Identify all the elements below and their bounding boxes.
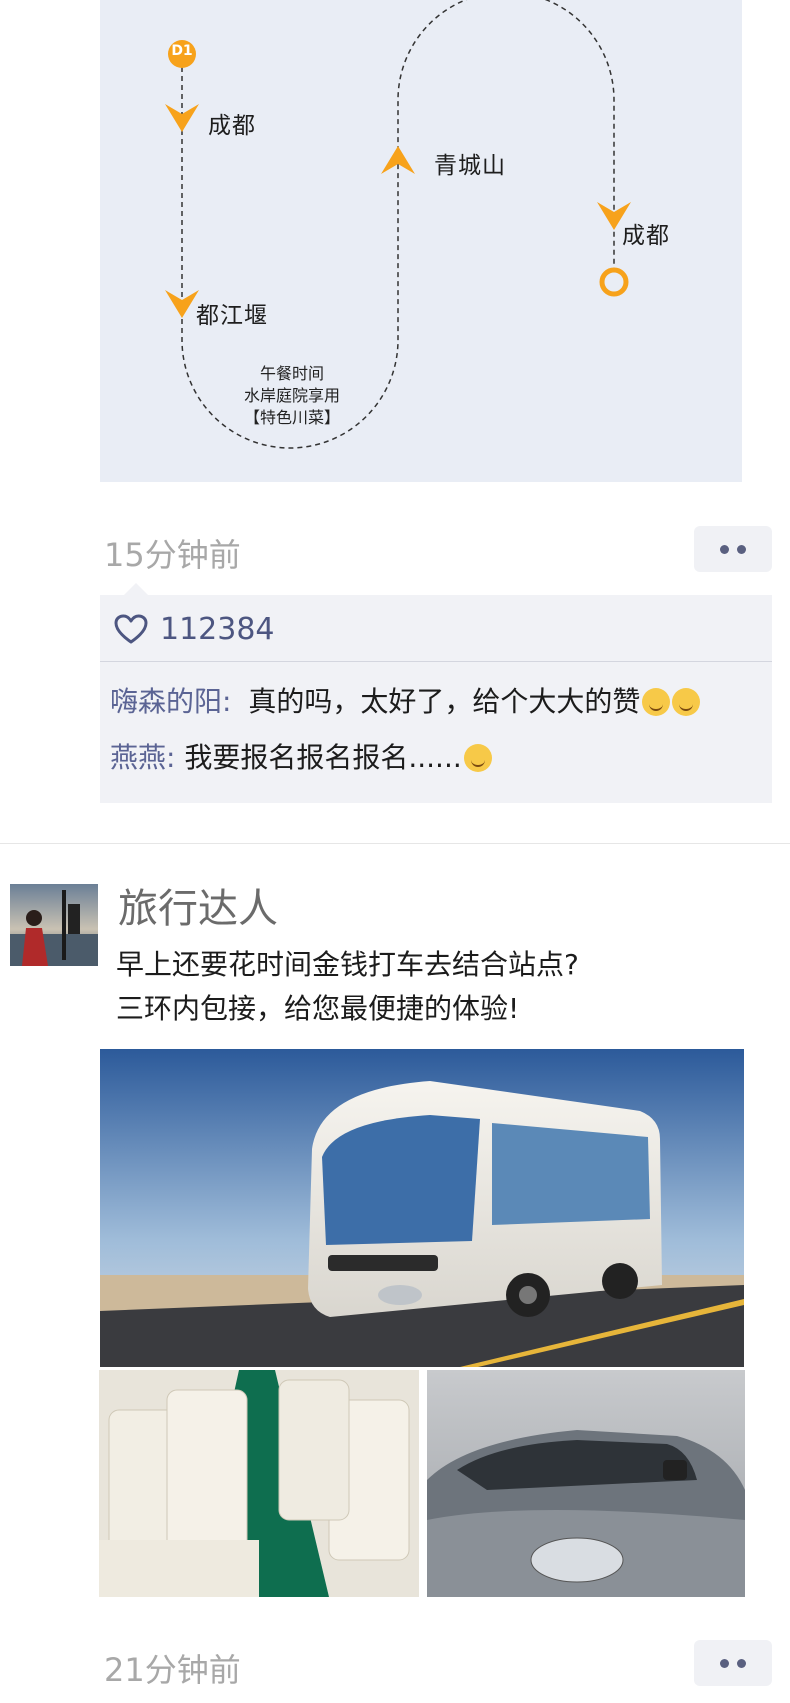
- post-text-line: 三环内包接，给您最便捷的体验!: [116, 992, 520, 1025]
- post-image-seats[interactable]: [99, 1370, 419, 1597]
- kissing-heart-emoji-icon: [642, 688, 671, 716]
- up-arrow-icon: [381, 146, 415, 174]
- stop-qingchengshan: 青城山: [434, 153, 506, 179]
- like-row[interactable]: 112384: [114, 609, 275, 649]
- lunch-note-line: 【特色川菜】: [243, 408, 340, 427]
- silver-car-photo: [427, 1370, 745, 1597]
- route-map-card: D1 成都 都江堰 青城山 成都 午餐时间 水岸庭院享用 【特色川菜】: [100, 0, 742, 482]
- divider: [100, 661, 772, 662]
- comment-username[interactable]: 燕燕:: [110, 741, 175, 774]
- post-image-bus[interactable]: [100, 1049, 744, 1367]
- down-arrow-icon: [165, 104, 199, 132]
- dot-icon: [737, 544, 746, 554]
- post-image-car[interactable]: [427, 1370, 745, 1597]
- dot-icon: [720, 544, 729, 554]
- comment-username[interactable]: 嗨森的阳:: [110, 685, 231, 718]
- heart-outline-icon[interactable]: [114, 614, 148, 644]
- dot-icon: [737, 1658, 746, 1668]
- kissing-heart-emoji-icon: [672, 688, 701, 716]
- bus-photo: [100, 1049, 744, 1367]
- stop-chengdu-end: 成都: [622, 223, 670, 249]
- grinning-emoji-icon: [463, 744, 492, 772]
- comment-item[interactable]: 嗨森的阳: 真的吗，太好了，给个大大的赞: [110, 680, 701, 720]
- comment-text: 真的吗，太好了，给个大大的赞: [248, 685, 641, 718]
- post-timestamp: 21分钟前: [104, 1651, 241, 1689]
- lunch-note-line: 水岸庭院享用: [243, 386, 340, 405]
- more-options-button[interactable]: [694, 526, 772, 572]
- route-end-marker: [599, 267, 629, 297]
- comment-item[interactable]: 燕燕: 我要报名报名报名......: [110, 736, 492, 776]
- author-name[interactable]: 旅行达人: [118, 876, 278, 934]
- lunch-note-line: 午餐时间: [259, 364, 324, 383]
- lunch-note: 午餐时间 水岸庭院享用 【特色川菜】: [212, 363, 372, 429]
- more-options-button[interactable]: [694, 1640, 772, 1686]
- comment-text: 我要报名报名报名......: [184, 741, 462, 774]
- post-divider: [0, 843, 790, 844]
- avatar-image: [10, 884, 98, 966]
- stop-chengdu-start: 成都: [208, 113, 256, 139]
- bus-seats-photo: [99, 1370, 419, 1597]
- post-timestamp: 15分钟前: [104, 536, 241, 574]
- avatar[interactable]: [10, 884, 98, 966]
- post-text-line: 早上还要花时间金钱打车去结合站点?: [116, 948, 579, 981]
- day-badge-label: D1: [171, 43, 193, 59]
- like-count: 112384: [160, 611, 275, 647]
- stop-dujiangyan: 都江堰: [196, 303, 268, 329]
- comments-panel: 112384 嗨森的阳: 真的吗，太好了，给个大大的赞 燕燕: 我要报名报名报名…: [100, 583, 772, 803]
- dot-icon: [720, 1658, 729, 1668]
